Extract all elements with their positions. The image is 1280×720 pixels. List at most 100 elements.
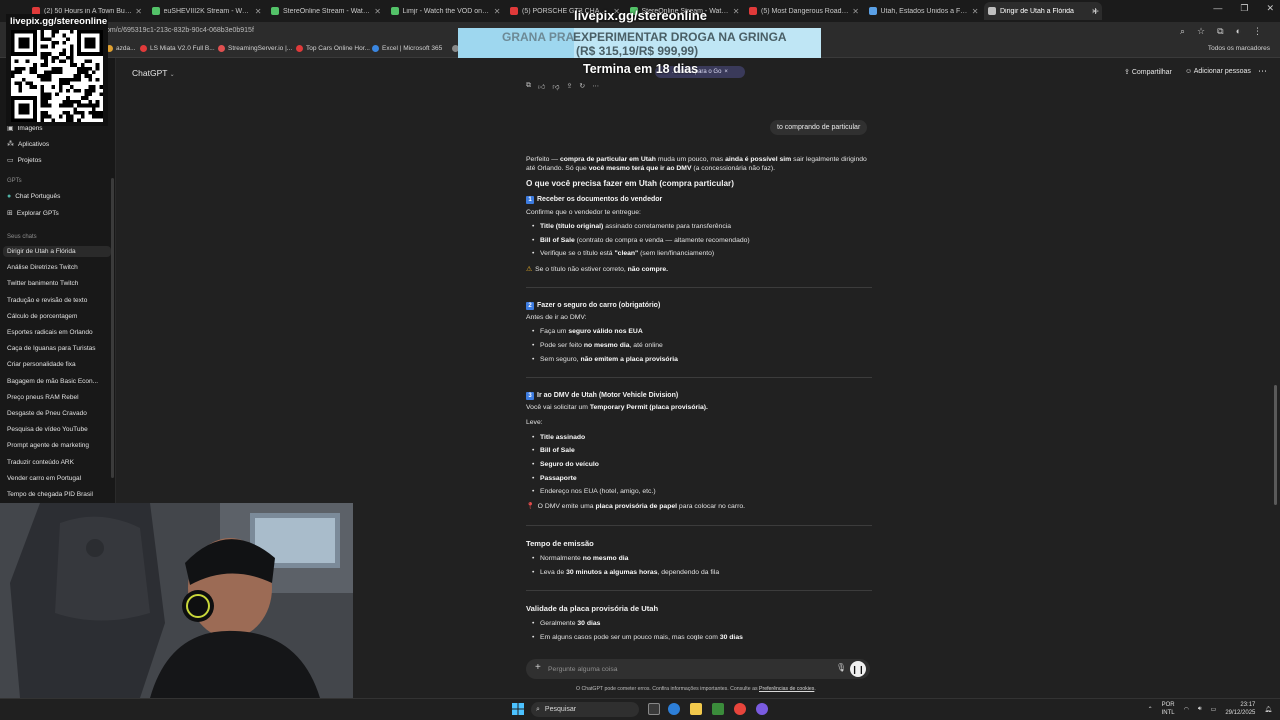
task-view-icon[interactable]: [648, 703, 660, 715]
app-icon[interactable]: [712, 703, 724, 715]
chat-history-item[interactable]: Twitter banimento Twitch: [3, 278, 111, 289]
browser-tab[interactable]: (5) Most Dangerous Road? Sco✕: [745, 2, 863, 20]
regenerate-icon[interactable]: ↻: [579, 82, 585, 91]
more-options-icon[interactable]: ⋯: [1258, 66, 1267, 77]
validity-heading: Validade da placa provisória de Utah: [526, 603, 659, 613]
chat-history-item[interactable]: Criar personalidade fixa: [3, 359, 111, 370]
main-scrollbar[interactable]: [1274, 385, 1277, 505]
tab-label: Dirigir de Utah a Flórida: [1000, 7, 1074, 15]
chat-history-item[interactable]: Tradução e revisão de texto: [3, 295, 111, 306]
bookmark-item[interactable]: LS Miata V2.0 Full B...: [140, 45, 215, 52]
bookmark-item[interactable]: Top Cars Online Hor...: [296, 45, 370, 52]
chrome-icon[interactable]: [734, 703, 746, 715]
more-icon[interactable]: ⋯: [592, 82, 599, 91]
bookmark-star-icon[interactable]: ☆: [1197, 26, 1205, 37]
sidebar-item-projects[interactable]: ▭ Projetos: [7, 156, 41, 165]
prompt-input[interactable]: [548, 662, 818, 676]
share-icon[interactable]: ⇪: [566, 82, 572, 91]
thumbs-up-icon[interactable]: 👍︎: [538, 82, 545, 91]
url-field[interactable]: om/c/695319c1-213c-832b-90c4-068b3e0b915…: [106, 27, 254, 34]
browser-tab[interactable]: Dirigir de Utah a Flórida ✕: [984, 2, 1102, 20]
cookie-preferences-link[interactable]: Preferências de cookies: [759, 686, 814, 692]
wifi-icon[interactable]: ◠: [1184, 706, 1189, 713]
tab-close-icon[interactable]: ✕: [374, 7, 381, 16]
chat-history-item[interactable]: Vender carro em Portugal: [3, 473, 111, 484]
clock[interactable]: 23:17 29/12/2025: [1225, 702, 1255, 717]
language-indicator[interactable]: POR INTL: [1162, 702, 1175, 716]
microphone-icon[interactable]: 🎙︎: [836, 663, 846, 672]
section-heading: O que você precisa fazer em Utah (compra…: [526, 179, 734, 189]
step-3-lead: Você vai solicitar um Temporary Permit (…: [526, 404, 708, 412]
chat-history-item[interactable]: Bagagem de mão Basic Econ...: [3, 376, 111, 387]
battery-icon[interactable]: ▭: [1211, 706, 1217, 713]
bookmark-item[interactable]: Excel | Microsoft 365: [372, 45, 442, 52]
chat-history-item[interactable]: Desgaste de Pneu Cravado: [3, 408, 111, 419]
taskbar-search[interactable]: ⌕ Pesquisar: [531, 702, 639, 717]
webcam-feed: [0, 503, 353, 698]
maximize-icon[interactable]: ❐: [1240, 3, 1248, 14]
chat-history-item[interactable]: Esportes radicais em Orlando: [3, 327, 111, 338]
discord-icon[interactable]: [756, 703, 768, 715]
copy-icon[interactable]: ⧉: [526, 82, 531, 91]
tab-close-icon[interactable]: ✕: [852, 7, 859, 16]
list-item: Em alguns casos pode ser um pouco mais, …: [532, 633, 872, 642]
chevron-up-icon[interactable]: ⌃: [1148, 706, 1153, 713]
tab-label: euSHEVIII2K Stream - Watch Li: [163, 7, 252, 15]
close-window-icon[interactable]: ✕: [1266, 3, 1274, 14]
zoom-icon[interactable]: ⌕: [1180, 26, 1185, 37]
tab-favicon-icon: [271, 7, 279, 15]
minimize-icon[interactable]: —: [1213, 3, 1222, 14]
goal-amount: (R$ 315,19/R$ 999,99): [576, 44, 699, 58]
scroll-down-arrow-icon[interactable]: ↓: [694, 633, 698, 642]
step-3-bring-label: Leve:: [526, 419, 543, 427]
browser-tab[interactable]: Limjr - Watch the VOD on Kick ✕: [387, 2, 505, 20]
share-button[interactable]: ⇪ Compartilhar: [1124, 68, 1172, 76]
browser-tab[interactable]: Utah, Estados Unidos a Filadélf ✕: [865, 2, 983, 20]
chat-history-item[interactable]: Traduzir conteúdo ARK: [3, 457, 111, 468]
model-selector[interactable]: ChatGPT ⌄: [132, 68, 175, 78]
extensions-icon[interactable]: ⧉: [1217, 26, 1223, 37]
thumbs-down-icon[interactable]: 👎︎: [552, 82, 559, 91]
chat-history-item[interactable]: Pesquisa de vídeo YouTube: [3, 424, 111, 435]
chat-history-item[interactable]: Tempo de chegada PID Brasil: [3, 489, 111, 500]
tab-close-icon[interactable]: ✕: [494, 7, 501, 16]
new-tab-button[interactable]: +: [1092, 4, 1099, 18]
sidebar-item-explore-gpts[interactable]: ⊞ Explorar GPTs: [7, 209, 59, 218]
edge-icon[interactable]: [668, 703, 680, 715]
chat-history-item[interactable]: Cálculo de porcentagem: [3, 311, 111, 322]
sidebar-item-chat-portugues[interactable]: ● Chat Português: [7, 193, 60, 200]
tab-close-icon[interactable]: ✕: [972, 7, 979, 16]
emission-time-list: Normalmente no mesmo dia Leva de 30 minu…: [532, 554, 872, 577]
tab-close-icon[interactable]: ✕: [733, 7, 740, 16]
sidebar-item-apps[interactable]: ⁂ Aplicativos: [7, 140, 49, 149]
browser-tab[interactable]: StereOnline Stream - Watch Li ✕: [267, 2, 385, 20]
chat-history-item[interactable]: Preço pneus RAM Rebel: [3, 392, 111, 403]
profile-icon[interactable]: ◐: [1236, 26, 1241, 37]
warning-icon: ⚠: [526, 265, 533, 273]
tab-close-icon[interactable]: ✕: [255, 7, 262, 16]
windows-start-icon[interactable]: [512, 703, 524, 715]
bookmark-item[interactable]: azda...: [106, 45, 136, 52]
browser-menu-icon[interactable]: ⋮: [1253, 26, 1262, 37]
tab-favicon-icon: [390, 7, 399, 15]
chat-history-item[interactable]: Prompt agente de marketing: [3, 440, 111, 451]
chat-history-item[interactable]: Análise Diretrizes Twitch: [3, 262, 111, 273]
message-composer: + 🎙︎ ❙❙: [526, 659, 870, 679]
voice-mode-icon[interactable]: ❙❙: [850, 661, 866, 677]
bookmark-label: azda...: [116, 45, 136, 52]
all-bookmarks-link[interactable]: Todos os marcadores: [1208, 45, 1270, 52]
chat-history-item[interactable]: Caça de Iguanas para Turistas: [3, 343, 111, 354]
notifications-icon[interactable]: 🔔︎: [1264, 706, 1272, 713]
sidebar-scrollbar[interactable]: [111, 178, 114, 478]
tab-close-icon[interactable]: ✕: [135, 7, 142, 16]
chat-history-item[interactable]: Dirigir de Utah a Flórida: [3, 246, 111, 257]
bookmark-favicon-icon: [372, 45, 379, 52]
plus-icon[interactable]: +: [535, 662, 541, 673]
bookmark-item[interactable]: StreamingServer.io |...: [218, 45, 292, 52]
file-explorer-icon[interactable]: [690, 703, 702, 715]
add-people-button[interactable]: ☺ Adicionar pessoas: [1185, 68, 1251, 75]
browser-tab[interactable]: euSHEVIII2K Stream - Watch Li✕: [148, 2, 266, 20]
close-icon[interactable]: ×: [724, 69, 728, 75]
number-1-icon: 1: [526, 196, 534, 205]
volume-icon[interactable]: 🔊︎: [1198, 706, 1202, 713]
